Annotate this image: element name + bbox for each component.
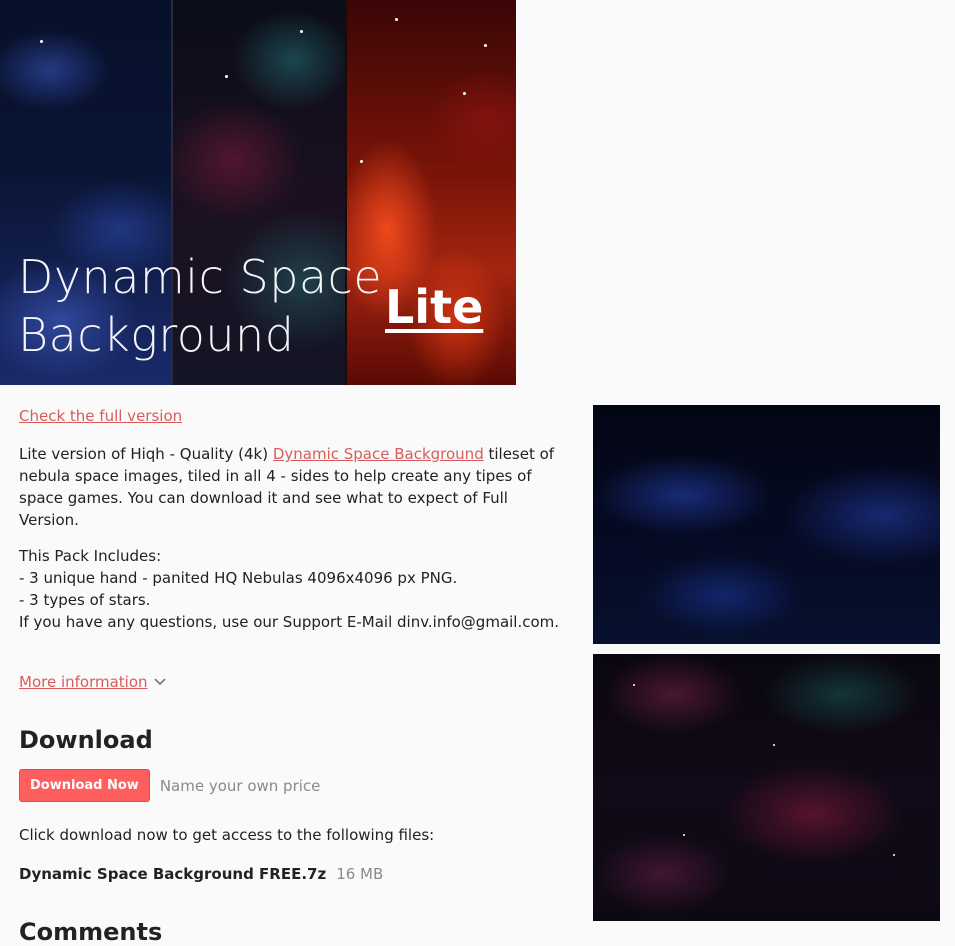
more-information-toggle[interactable]: More information <box>19 671 569 693</box>
download-heading: Download <box>19 726 153 754</box>
file-size: 16 MB <box>336 865 384 883</box>
star <box>893 854 895 856</box>
includes-item: - 3 unique hand - panited HQ Nebulas 409… <box>19 569 458 587</box>
comments-heading: Comments <box>19 918 163 946</box>
star <box>40 40 43 43</box>
support-text: If you have any questions, use our Suppo… <box>19 613 560 631</box>
full-version-link[interactable]: Check the full version <box>19 405 182 427</box>
star <box>225 75 228 78</box>
file-name: Dynamic Space Background FREE.7z <box>19 865 327 883</box>
download-now-button[interactable]: Download Now <box>19 769 150 802</box>
access-text: Click download now to get access to the … <box>19 826 435 844</box>
includes-item: - 3 types of stars. <box>19 591 151 609</box>
dynamic-space-background-link[interactable]: Dynamic Space Background <box>273 445 484 463</box>
star <box>683 834 685 836</box>
star <box>463 92 466 95</box>
game-description: Check the full version Lite version of H… <box>19 404 569 946</box>
star <box>773 744 775 746</box>
buy-row: Download Now Name your own price <box>19 769 569 802</box>
banner-title-line1: Dynamic Space <box>18 250 383 304</box>
pack-includes: This Pack Includes: - 3 unique hand - pa… <box>19 545 569 633</box>
star <box>395 18 398 21</box>
cover-banner: Dynamic Space Background Lite <box>0 0 516 385</box>
more-information-link[interactable]: More information <box>19 671 148 693</box>
star <box>360 160 363 163</box>
banner-lite-badge: Lite <box>385 280 484 334</box>
star <box>484 44 487 47</box>
star <box>633 684 635 686</box>
chevron-down-icon[interactable] <box>154 671 166 693</box>
description-prefix: Lite version of Hiqh - Quality (4k) <box>19 445 273 463</box>
upload-file-row: Dynamic Space Background FREE.7z 16 MB <box>19 863 569 885</box>
screenshot-pink-nebula[interactable] <box>593 654 940 921</box>
banner-title: Dynamic Space Background <box>18 248 382 364</box>
banner-title-line2: Background <box>18 308 295 362</box>
includes-heading: This Pack Includes: <box>19 547 162 565</box>
price-note: Name your own price <box>159 776 321 795</box>
star <box>300 30 303 33</box>
screenshot-blue-nebula[interactable] <box>593 405 940 644</box>
description-paragraph: Lite version of Hiqh - Quality (4k) Dyna… <box>19 443 569 531</box>
